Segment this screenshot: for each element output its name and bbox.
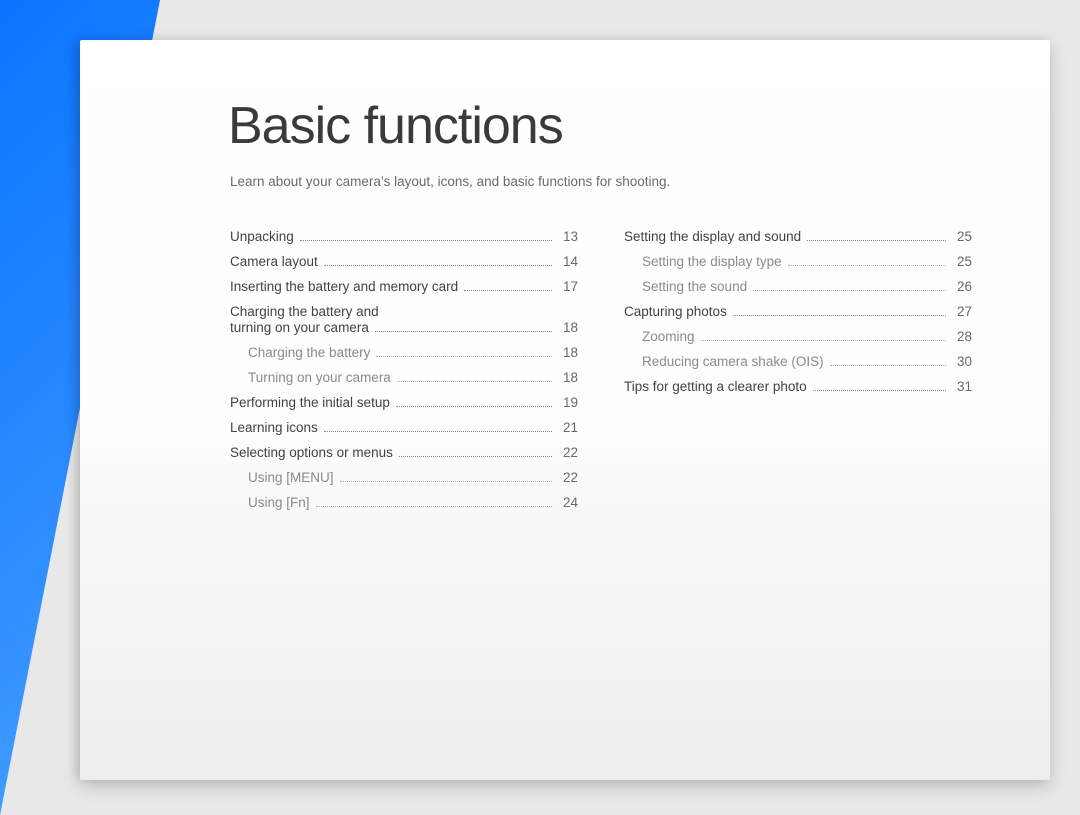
toc-page-number[interactable]: 14 [558, 255, 578, 269]
toc-entry-label[interactable]: Setting the display and sound [624, 230, 801, 244]
toc-entry-label[interactable]: Camera layout [230, 255, 318, 269]
toc-page-number[interactable]: 17 [558, 280, 578, 294]
toc-leader-dots [813, 390, 946, 391]
toc-page-number[interactable]: 26 [952, 280, 972, 294]
toc-subentry-label[interactable]: Using [MENU] [230, 471, 334, 485]
toc-page-number[interactable]: 22 [558, 446, 578, 460]
toc-page-number[interactable]: 21 [558, 421, 578, 435]
toc-leader-dots [375, 331, 552, 332]
toc-page-number[interactable]: 19 [558, 396, 578, 410]
toc-leader-dots [396, 406, 552, 407]
toc-page-number[interactable]: 22 [558, 471, 578, 485]
toc-leader-dots [340, 481, 552, 482]
toc-page-number[interactable]: 24 [558, 496, 578, 510]
toc-leader-dots [753, 290, 946, 291]
toc-subentry-label[interactable]: Setting the display type [624, 255, 782, 269]
toc-page-number[interactable]: 28 [952, 330, 972, 344]
toc-entry-label[interactable]: Capturing photos [624, 305, 727, 319]
toc-leader-dots [399, 456, 552, 457]
toc-subentry-label[interactable]: Zooming [624, 330, 695, 344]
toc-entry-label[interactable]: Tips for getting a clearer photo [624, 380, 807, 394]
toc-leader-dots [324, 431, 552, 432]
toc-entry-label[interactable]: Learning icons [230, 421, 318, 435]
toc-leader-dots [316, 506, 552, 507]
toc-column-right: Setting the display and sound 25 Setting t… [624, 230, 972, 521]
toc-entry-label[interactable]: Inserting the battery and memory card [230, 280, 458, 294]
toc-leader-dots [788, 265, 946, 266]
toc-page-number[interactable]: 18 [558, 321, 578, 335]
toc-leader-dots [300, 240, 552, 241]
toc-page-number[interactable]: 18 [558, 371, 578, 385]
toc-entry-label[interactable]: Performing the initial setup [230, 396, 390, 410]
toc-entry-label[interactable]: Unpacking [230, 230, 294, 244]
toc-subentry-label[interactable]: Reducing camera shake (OIS) [624, 355, 824, 369]
page-subtitle: Learn about your camera’s layout, icons,… [230, 174, 670, 189]
page-card: Basic functions Learn about your camera’… [80, 40, 1050, 780]
toc-column-left: Unpacking 13 Camera layout 14 Inserting the … [230, 230, 578, 521]
toc-page-number[interactable]: 31 [952, 380, 972, 394]
toc-page-number[interactable]: 25 [952, 255, 972, 269]
toc-page-number[interactable]: 25 [952, 230, 972, 244]
toc-subentry-label[interactable]: Charging the battery [230, 346, 370, 360]
toc-page-number[interactable]: 30 [952, 355, 972, 369]
toc-subentry-label[interactable]: Turning on your camera [230, 371, 391, 385]
page-title: Basic functions [228, 96, 563, 156]
toc-leader-dots [464, 290, 552, 291]
toc-leader-dots [733, 315, 946, 316]
toc-page-number[interactable]: 13 [558, 230, 578, 244]
toc-leader-dots [701, 340, 946, 341]
toc-entry-label[interactable]: Selecting options or menus [230, 446, 393, 460]
toc-leader-dots [807, 240, 946, 241]
toc-subentry-label[interactable]: Using [Fn] [230, 496, 310, 510]
toc-leader-dots [397, 381, 552, 382]
toc-leader-dots [830, 365, 946, 366]
toc-leader-dots [376, 356, 552, 357]
toc-subentry-label[interactable]: Setting the sound [624, 280, 747, 294]
toc-entry-label[interactable]: turning on your camera [230, 321, 369, 335]
toc-entry-label[interactable]: Charging the battery and [230, 305, 379, 319]
toc-page-number[interactable]: 18 [558, 346, 578, 360]
table-of-contents: Unpacking 13 Camera layout 14 Inserting the … [230, 230, 1000, 521]
toc-leader-dots [324, 265, 552, 266]
toc-page-number[interactable]: 27 [952, 305, 972, 319]
